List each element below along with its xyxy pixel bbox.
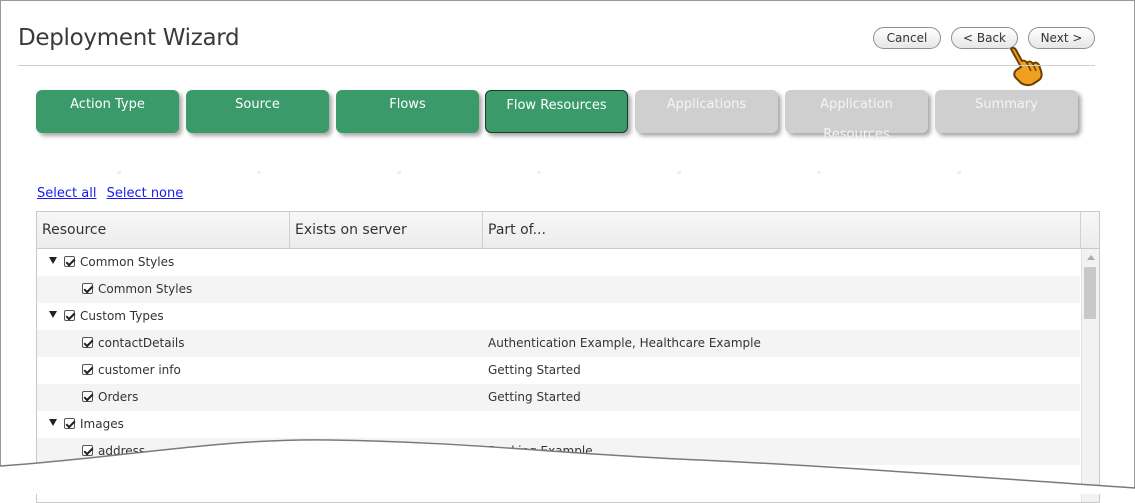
column-header-exists[interactable]: Exists on server [290,212,483,248]
page-title: Deployment Wizard [18,25,240,51]
checkbox-checked-icon[interactable] [82,337,93,348]
checkbox-checked-icon[interactable] [82,283,93,294]
torn-edge [0,439,1135,494]
resource-name: Custom Types [80,309,164,323]
expand-triangle-icon[interactable] [49,311,57,318]
checkbox-checked-icon[interactable] [64,256,75,267]
step-flow-resources[interactable]: Flow Resources [485,90,628,133]
step-action-type[interactable]: Action Type [36,90,179,133]
resource-name: Images [80,417,124,431]
part-of-value: Authentication Example, Healthcare Examp… [488,336,761,350]
table-row: customer info Getting Started [37,357,1080,384]
header-divider [18,65,1095,66]
step-label: Flows [389,97,426,112]
part-of-value: Getting Started [488,363,581,377]
step-label: Action Type [70,97,145,112]
selection-links: Select all Select none [37,186,189,201]
checkbox-checked-icon[interactable] [82,391,93,402]
table-row: Custom Types [37,303,1080,330]
resource-name: customer info [98,363,181,377]
step-label: Flow Resources [506,98,607,113]
step-label: Applications [666,97,747,112]
step-applications: Applications [635,90,778,133]
resource-name: contactDetails [98,336,185,350]
scroll-thumb[interactable] [1084,267,1096,319]
column-header-resource[interactable]: Resource [37,212,290,248]
table-header: Resource Exists on server Part of... [37,212,1099,249]
resource-name: Common Styles [80,255,175,269]
expand-triangle-icon[interactable] [49,419,57,426]
part-of-value: Getting Started [488,390,581,404]
scroll-up-arrow-icon[interactable] [1087,255,1095,260]
resource-name: Orders [98,390,139,404]
pointing-hand-icon [1010,46,1043,87]
step-label: Application Resources [820,97,893,142]
step-label: Source [235,97,280,112]
table-row: Common Styles [37,249,1080,276]
table-row: Common Styles [37,276,1080,303]
step-source[interactable]: Source [186,90,329,133]
wizard-window: Deployment Wizard Cancel < Back Next > A… [0,0,1135,503]
checkbox-checked-icon[interactable] [64,418,75,429]
cancel-button[interactable]: Cancel [873,27,941,49]
column-header-part-of[interactable]: Part of... [483,212,1081,248]
table-row: contactDetails Authentication Example, H… [37,330,1080,357]
faded-description [37,171,1097,174]
resource-name: Common Styles [98,282,193,296]
table-row: Orders Getting Started [37,384,1080,411]
step-summary: Summary [935,90,1078,133]
step-flows[interactable]: Flows [336,90,479,133]
select-none-link[interactable]: Select none [107,186,184,201]
checkbox-checked-icon[interactable] [64,310,75,321]
step-application-resources: Application Resources [785,90,928,142]
checkbox-checked-icon[interactable] [82,364,93,375]
step-label: Summary [975,97,1038,112]
select-all-link[interactable]: Select all [37,186,96,201]
expand-triangle-icon[interactable] [49,257,57,264]
